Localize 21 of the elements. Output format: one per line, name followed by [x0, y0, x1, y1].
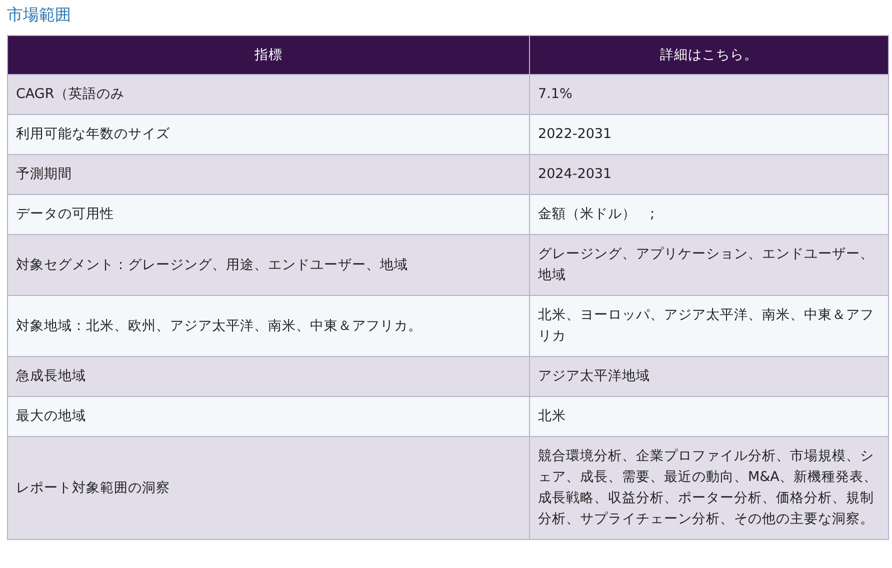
table-cell: レポート対象範囲の洞察 — [8, 436, 530, 540]
column-header: 指標 — [8, 36, 530, 74]
table-cell: 対象地域：北米、欧州、アジア太平洋、南米、中東＆アフリカ。 — [8, 296, 530, 356]
table-cell: 2022-2031 — [530, 114, 888, 154]
table-cell: 2024-2031 — [530, 154, 888, 194]
column-header: 詳細はこちら。 — [530, 36, 888, 74]
table-cell: 北米 — [530, 396, 888, 436]
table-cell: アジア太平洋地域 — [530, 356, 888, 396]
table-cell: 対象セグメント：グレージング、用途、エンドユーザー、地域 — [8, 234, 530, 296]
table-cell: 競合環境分析、企業プロファイル分析、市場規模、シェア、成長、需要、最近の動向、M&A、新機種発表、成長戦略、収益分析、ポーター分析、価格分析、規制分析、サプライチェーン分析、その他の主要な洞察。 — [530, 436, 888, 540]
table-cell: 7.1% — [530, 74, 888, 114]
table-cell: データの可用性 — [8, 194, 530, 234]
table-cell: グレージング、アプリケーション、エンドユーザー、地域 — [530, 234, 888, 296]
table-cell: 金額（米ドル） ; — [530, 194, 888, 234]
table-cell: CAGR（英語のみ — [8, 74, 530, 114]
section-title: 市場範囲 — [7, 4, 71, 26]
table-cell: 利用可能な年数のサイズ — [8, 114, 530, 154]
table-cell: 最大の地域 — [8, 396, 530, 436]
table-cell: 予測期間 — [8, 154, 530, 194]
table-cell: 北米、ヨーロッパ、アジア太平洋、南米、中東＆アフリカ — [530, 296, 888, 356]
table-cell: 急成長地域 — [8, 356, 530, 396]
